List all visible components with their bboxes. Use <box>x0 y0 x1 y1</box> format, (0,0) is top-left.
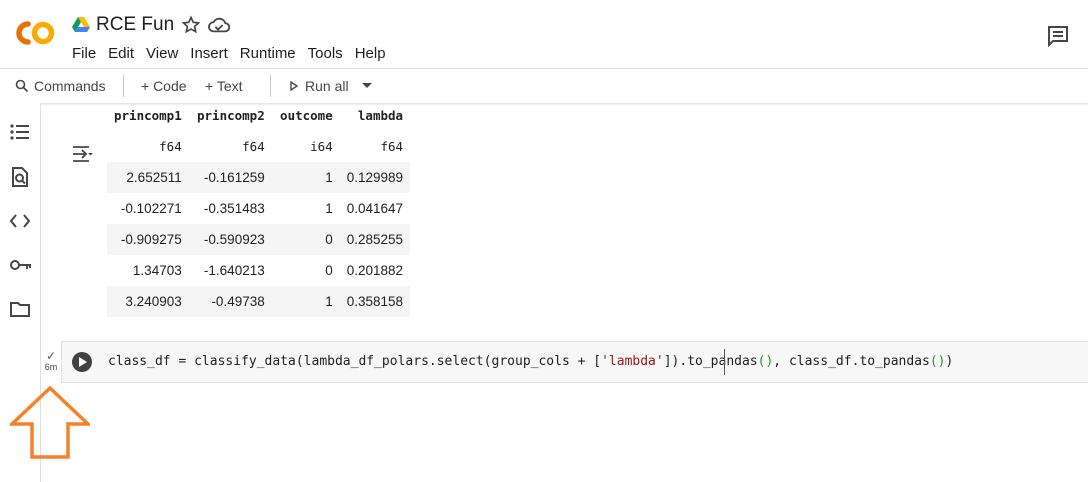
menu-edit[interactable]: Edit <box>102 45 140 62</box>
run-all-label: Run all <box>305 78 349 94</box>
table-cell: 0 <box>271 224 340 255</box>
star-icon[interactable] <box>181 15 201 40</box>
menu-file[interactable]: File <box>66 45 102 62</box>
text-cursor <box>724 349 725 375</box>
column-dtype: i64 <box>310 139 333 154</box>
table-cell: 0.285255 <box>339 224 411 255</box>
comment-icon[interactable] <box>1046 24 1070 53</box>
table-cell: 3.240903 <box>107 286 189 317</box>
table-cell: 1 <box>271 162 340 193</box>
add-text-button[interactable]: + Text <box>205 78 243 94</box>
table-row: 2.652511 -0.161259 1 0.129989 <box>107 162 411 193</box>
check-icon: ✓ <box>45 349 57 363</box>
table-cell: 1.34703 <box>107 255 189 286</box>
menu-runtime[interactable]: Runtime <box>234 45 302 62</box>
column-header: outcome <box>280 108 333 123</box>
header-row: princomp1 princomp2 outcome lambda <box>107 100 410 131</box>
table-cell: 0.358158 <box>339 286 411 317</box>
column-header: princomp2 <box>197 108 265 123</box>
table-row: 1.34703 -1.640213 0 0.201882 <box>107 255 411 286</box>
find-replace-icon[interactable] <box>9 166 31 193</box>
table-cell: -0.102271 <box>107 193 189 224</box>
table-cell: -0.909275 <box>107 224 189 255</box>
table-cell: 2.652511 <box>107 162 189 193</box>
toolbar-separator <box>270 75 271 97</box>
notebook-title[interactable]: RCE Fun <box>96 14 174 36</box>
table-cell: 1 <box>271 193 340 224</box>
dtype-row: f64 f64 i64 f64 <box>107 131 410 162</box>
table-row: -0.102271 -0.351483 1 0.041647 <box>107 193 411 224</box>
table-of-contents-icon[interactable] <box>9 122 31 147</box>
output-actions-icon[interactable] <box>72 145 94 168</box>
code-paren: () <box>929 354 946 369</box>
colab-logo[interactable] <box>14 18 56 53</box>
dataframe-output-table: princomp1 princomp2 outcome lambda f64 f… <box>107 100 411 317</box>
table-cell: -0.49738 <box>188 286 272 317</box>
code-snippets-icon[interactable] <box>9 212 31 235</box>
table-cell: 0.041647 <box>339 193 411 224</box>
menu-insert[interactable]: Insert <box>184 45 234 62</box>
column-dtype: f64 <box>242 139 265 154</box>
column-dtype: f64 <box>380 139 404 154</box>
orange-up-arrow <box>7 385 93 465</box>
run-cell-button[interactable] <box>72 352 92 372</box>
menu-view[interactable]: View <box>140 45 184 62</box>
toolbar: Commands + Code + Text Run all <box>0 69 1088 103</box>
code-text: ) <box>945 354 954 369</box>
table-row: 3.240903 -0.49738 1 0.358158 <box>107 286 411 317</box>
table-cell: 0.129989 <box>339 162 411 193</box>
toolbar-separator <box>123 75 124 97</box>
add-code-label: + Code <box>141 78 187 94</box>
code-paren: () <box>757 354 774 369</box>
column-dtype: f64 <box>159 139 182 154</box>
code-text: , class_df.to_pandas <box>773 354 930 369</box>
code-line[interactable]: class_df = classify_data(lambda_df_polar… <box>108 354 953 369</box>
menu-bar: File Edit View Insert Runtime Tools Help <box>66 45 392 62</box>
table-cell: 0.201882 <box>339 255 411 286</box>
add-code-button[interactable]: + Code <box>141 78 187 94</box>
files-folder-icon[interactable] <box>9 300 31 323</box>
run-all-button[interactable]: Run all <box>289 78 349 94</box>
run-all-dropdown[interactable] <box>361 82 373 90</box>
table-cell: -0.590923 <box>188 224 272 255</box>
commands-label: Commands <box>34 78 106 94</box>
play-icon <box>290 81 299 91</box>
secrets-key-icon[interactable] <box>9 257 33 278</box>
table-row: -0.909275 -0.590923 0 0.285255 <box>107 224 411 255</box>
menu-help[interactable]: Help <box>349 45 392 62</box>
column-header: lambda <box>357 108 404 123</box>
table-cell: 1 <box>271 286 340 317</box>
cell-execution-status: ✓ 6m <box>42 350 60 372</box>
commands-button[interactable]: Commands <box>15 78 106 94</box>
chevron-down-icon <box>362 83 372 88</box>
code-text: ]).to_pandas <box>663 354 758 369</box>
add-text-label: + Text <box>205 78 243 94</box>
code-text: class_df = classify_data(lambda_df_polar… <box>108 354 602 369</box>
google-drive-icon[interactable] <box>72 16 90 38</box>
execution-time: 6m <box>44 362 58 372</box>
menu-tools[interactable]: Tools <box>302 45 349 62</box>
table-cell: -0.161259 <box>188 162 272 193</box>
column-header: princomp1 <box>114 108 182 123</box>
search-icon <box>15 79 29 93</box>
code-string: 'lambda' <box>601 354 664 369</box>
table-cell: -1.640213 <box>188 255 272 286</box>
table-cell: 0 <box>271 255 340 286</box>
cloud-saved-icon[interactable] <box>208 15 231 40</box>
table-cell: -0.351483 <box>188 193 272 224</box>
